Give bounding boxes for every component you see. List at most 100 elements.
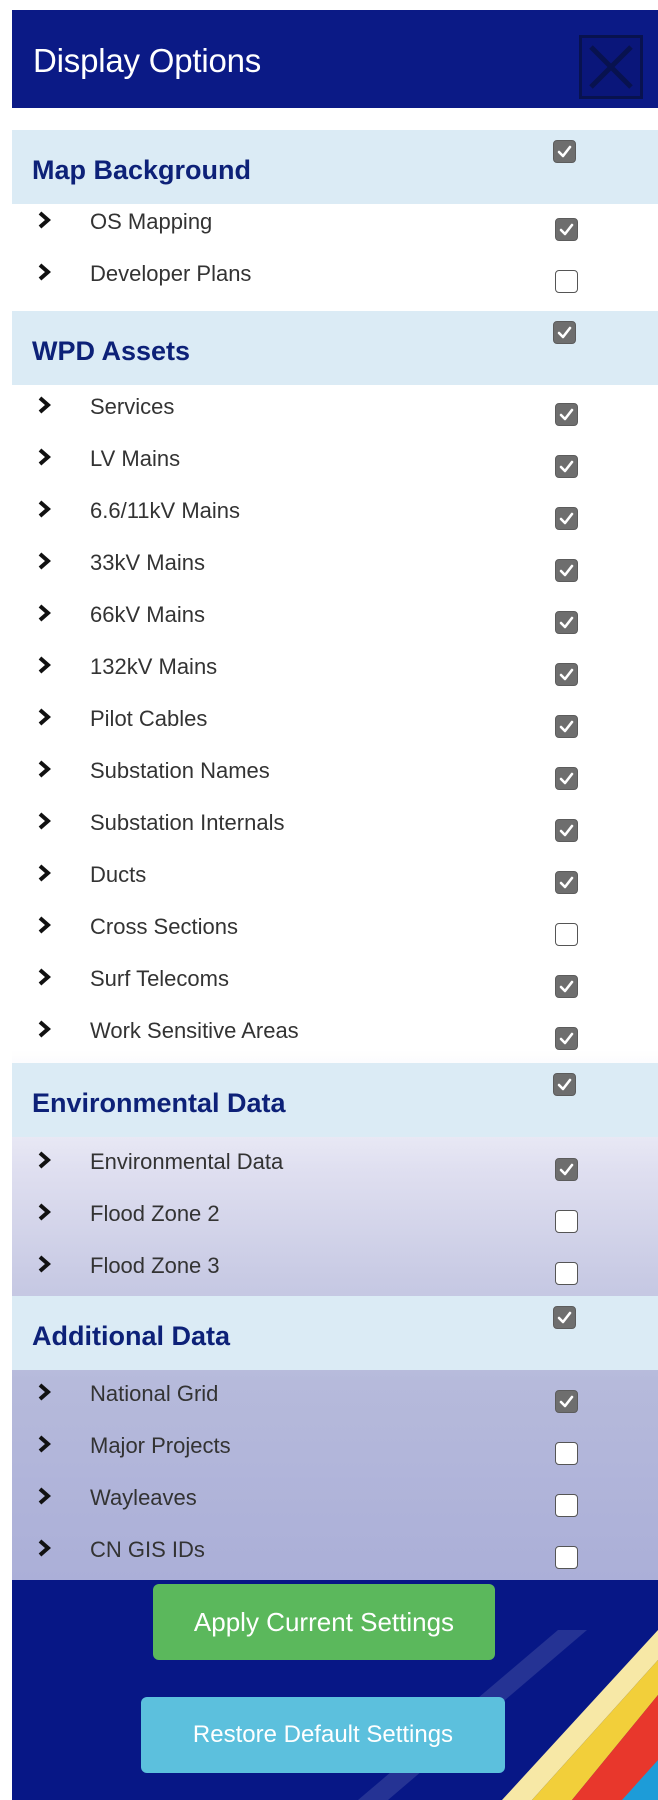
layer-row-services: Services [12,383,658,435]
layer-checkbox-ducts[interactable] [555,871,578,894]
layer-row-ducts: Ducts [12,851,658,903]
section-checkbox-wpd-assets[interactable] [553,321,576,344]
layer-checkbox-66kv-mains[interactable] [555,611,578,634]
chevron-right-icon[interactable] [37,1486,52,1511]
layer-checkbox-os-mapping[interactable] [555,218,578,241]
layer-checkbox-wrapper [555,455,578,478]
layer-label: Flood Zone 2 [90,1201,220,1226]
layer-label: Developer Plans [90,261,252,286]
layer-label: OS Mapping [90,209,213,234]
chevron-right-icon[interactable] [37,1150,52,1175]
layer-checkbox-substation-internals[interactable] [555,819,578,842]
layer-checkbox-work-sensitive-areas[interactable] [555,1027,578,1050]
chevron-right-icon[interactable] [37,1382,52,1407]
section-title: Additional Data [32,1321,231,1351]
layer-checkbox-pilot-cables[interactable] [555,715,578,738]
layer-checkbox-wrapper [555,1210,578,1233]
layer-checkbox-substation-names[interactable] [555,767,578,790]
layer-checkbox-cn-gis-ids[interactable] [555,1546,578,1569]
panel-header: Display Options [12,10,658,108]
chevron-right-icon[interactable] [37,707,52,732]
layer-checkbox-wrapper [555,507,578,530]
layer-row-cn-gis-ids: CN GIS IDs [12,1526,658,1578]
layer-row-66kv-mains: 66kV Mains [12,591,658,643]
layer-checkbox-developer-plans[interactable] [555,270,578,293]
layer-row-surf-telecoms: Surf Telecoms [12,955,658,1007]
chevron-right-icon[interactable] [37,603,52,628]
layer-row-work-sensitive-areas: Work Sensitive Areas [12,1007,658,1059]
apply-settings-button[interactable]: Apply Current Settings [153,1584,495,1660]
layer-checkbox-wrapper [555,923,578,946]
layer-checkbox-wayleaves[interactable] [555,1494,578,1517]
chevron-right-icon[interactable] [37,863,52,888]
layer-checkbox-wrapper [555,1442,578,1465]
chevron-right-icon[interactable] [37,967,52,992]
chevron-right-icon[interactable] [37,499,52,524]
layer-label: Surf Telecoms [90,966,229,991]
layer-checkbox-major-projects[interactable] [555,1442,578,1465]
chevron-right-icon[interactable] [37,1019,52,1044]
chevron-right-icon[interactable] [37,1538,52,1563]
layer-checkbox-services[interactable] [555,403,578,426]
layer-row-national-grid: National Grid [12,1370,658,1422]
layer-row-flood-zone-2: Flood Zone 2 [12,1190,658,1242]
chevron-right-icon[interactable] [37,759,52,784]
layer-checkbox-33kv-mains[interactable] [555,559,578,582]
section-checkbox-environmental-data[interactable] [553,1073,576,1096]
layer-row-os-mapping: OS Mapping [12,198,658,250]
section-title: Environmental Data [32,1088,286,1118]
layer-checkbox-cross-sections[interactable] [555,923,578,946]
layer-label: 132kV Mains [90,654,218,679]
chevron-right-icon[interactable] [37,551,52,576]
section-header-environmental-data: Environmental Data [12,1063,658,1137]
layer-label: National Grid [90,1381,219,1406]
chevron-right-icon[interactable] [37,1434,52,1459]
layer-checkbox-national-grid[interactable] [555,1390,578,1413]
layer-checkbox-lv-mains[interactable] [555,455,578,478]
layer-checkbox-wrapper [555,871,578,894]
layer-checkbox-wrapper [555,1158,578,1181]
chevron-right-icon[interactable] [37,210,52,235]
layer-checkbox-wrapper [555,715,578,738]
chevron-right-icon[interactable] [37,915,52,940]
section-header-wpd-assets: WPD Assets [12,311,658,385]
section-checkbox-map-background[interactable] [553,140,576,163]
layer-row-cross-sections: Cross Sections [12,903,658,955]
section-checkbox-wrapper [553,321,576,344]
layer-row-wayleaves: Wayleaves [12,1474,658,1526]
layer-checkbox-wrapper [555,975,578,998]
chevron-right-icon[interactable] [37,262,52,287]
layer-checkbox-wrapper [555,819,578,842]
layer-checkbox-flood-zone-2[interactable] [555,1210,578,1233]
chevron-right-icon[interactable] [37,395,52,420]
layer-checkbox-132kv-mains[interactable] [555,663,578,686]
layer-label: Services [90,394,175,419]
layer-checkbox-wrapper [555,1262,578,1285]
layer-checkbox-environmental-data[interactable] [555,1158,578,1181]
layer-row-132kv-mains: 132kV Mains [12,643,658,695]
section-checkbox-additional-data[interactable] [553,1306,576,1329]
panel-title: Display Options [33,42,262,79]
layer-checkbox-wrapper [555,611,578,634]
close-button[interactable] [579,35,643,99]
chevron-right-icon[interactable] [37,811,52,836]
chevron-right-icon[interactable] [37,1254,52,1279]
layer-checkbox-6-6-11kv-mains[interactable] [555,507,578,530]
layer-checkbox-wrapper [555,1494,578,1517]
section-checkbox-wrapper [553,1073,576,1096]
chevron-right-icon[interactable] [37,655,52,680]
layer-label: Substation Internals [90,810,285,835]
layer-checkbox-surf-telecoms[interactable] [555,975,578,998]
restore-defaults-button[interactable]: Restore Default Settings [141,1697,505,1773]
layer-checkbox-wrapper [555,218,578,241]
section-header-map-background: Map Background [12,130,658,204]
layer-checkbox-flood-zone-3[interactable] [555,1262,578,1285]
layer-checkbox-wrapper [555,270,578,293]
layer-row-flood-zone-3: Flood Zone 3 [12,1242,658,1294]
layer-row-lv-mains: LV Mains [12,435,658,487]
chevron-right-icon[interactable] [37,447,52,472]
layer-row-pilot-cables: Pilot Cables [12,695,658,747]
layer-row-substation-internals: Substation Internals [12,799,658,851]
layer-label: Work Sensitive Areas [90,1018,299,1043]
chevron-right-icon[interactable] [37,1202,52,1227]
